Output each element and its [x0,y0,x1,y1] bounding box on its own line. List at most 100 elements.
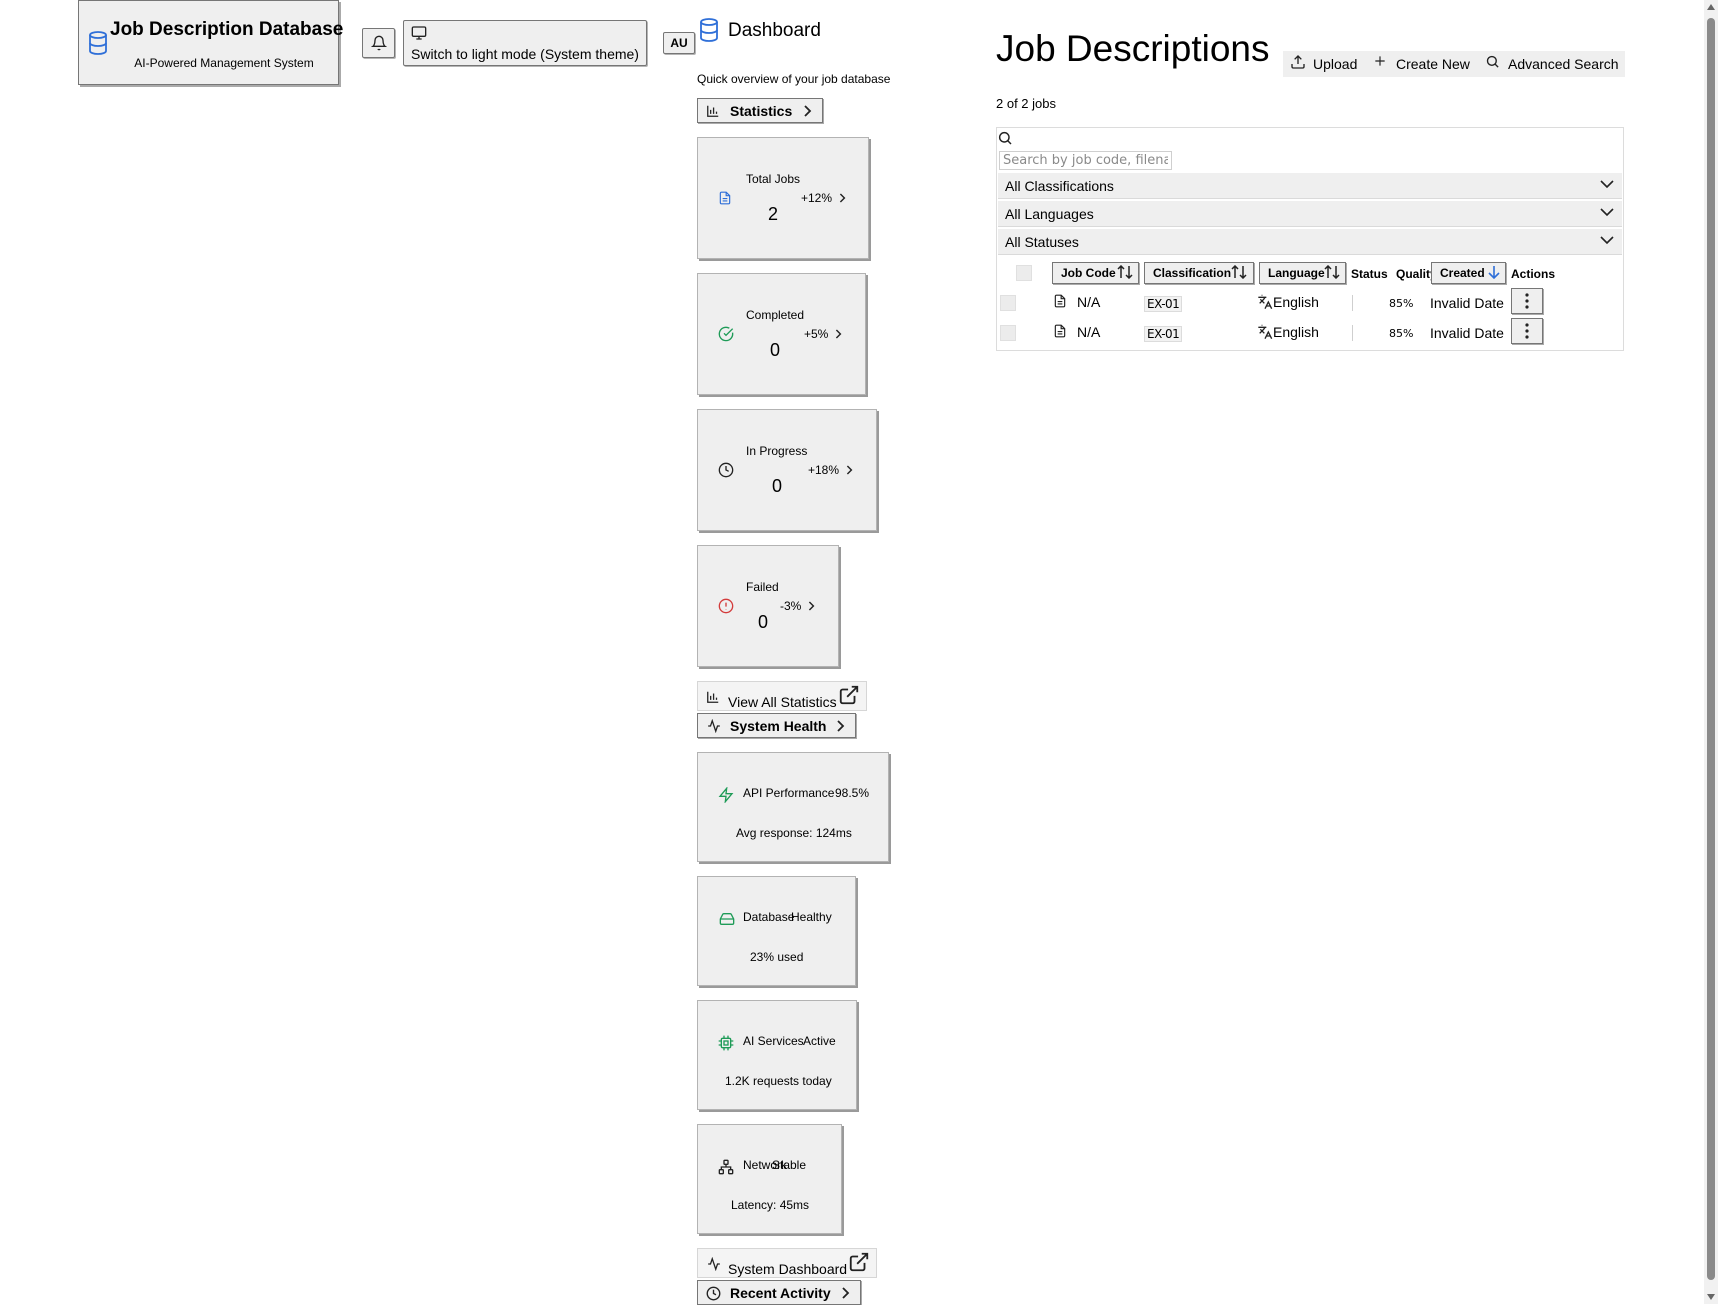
chevron-right-icon [845,464,853,476]
stat-label: In Progress [746,444,808,458]
stat-change: +18% [808,463,840,477]
system-dashboard-label: System Dashboard [728,1261,848,1277]
system-dashboard-link[interactable]: System Dashboard [697,1248,877,1278]
monitor-icon [411,25,427,41]
column-header-status: Status [1351,267,1388,281]
stat-value: 2 [768,204,779,224]
job-code-cell[interactable]: N/A [1077,294,1100,310]
upload-button[interactable]: Upload [1283,51,1366,77]
language-cell: English [1273,294,1319,310]
file-text-icon [1053,293,1067,309]
scroll-down-icon[interactable] [1707,1294,1715,1300]
file-text-icon [718,190,732,206]
create-new-label: Create New [1396,56,1470,72]
check-circle-icon [718,326,734,342]
select-all-checkbox[interactable] [1016,265,1032,281]
activity-icon [706,719,722,733]
sort-icon [1117,265,1133,279]
theme-toggle-button[interactable]: Switch to light mode (System theme) [403,20,647,66]
classification-filter[interactable]: All Classifications [998,173,1622,199]
dashboard-subtitle: Quick overview of your job database [697,72,891,86]
search-input[interactable] [999,151,1172,170]
filter-label: All Languages [1005,206,1094,222]
stat-card-completed[interactable]: Completed 0 +5% [697,273,866,395]
stat-label: Completed [746,308,805,322]
avatar[interactable]: AU [663,32,695,54]
job-count: 2 of 2 jobs [996,96,1056,111]
page-scrollbar[interactable] [1704,0,1718,1304]
chevron-down-icon [1600,208,1614,217]
status-filter[interactable]: All Statuses [998,229,1622,255]
stat-card-in-progress[interactable]: In Progress 0 +18% [697,409,877,531]
network-icon [718,1159,734,1175]
health-name: AI Services [743,1034,804,1048]
external-link-icon [848,1251,870,1273]
stat-label: Total Jobs [746,172,801,186]
theme-toggle-label: Switch to light mode (System theme) [411,46,639,62]
health-status: 98.5% [835,786,870,800]
statistics-toggle[interactable]: Statistics [697,98,823,123]
plus-icon [1373,54,1387,68]
bar-chart-icon [706,104,720,118]
stat-card-total-jobs[interactable]: Total Jobs 2 +12% [697,137,869,259]
notifications-button[interactable] [362,28,395,58]
row-checkbox[interactable] [1000,325,1016,341]
status-cell [1352,325,1353,341]
more-vertical-icon [1512,293,1542,309]
stat-change: +12% [801,191,833,205]
upload-icon [1290,54,1306,70]
row-checkbox[interactable] [1000,295,1016,311]
chevron-right-icon [807,600,815,612]
create-new-button[interactable]: Create New [1366,51,1478,77]
clock-icon [718,462,734,478]
file-text-icon [1053,323,1067,339]
external-link-icon [838,684,860,706]
status-cell [1352,295,1353,311]
health-name: API Performance [743,786,835,800]
translate-icon [1257,324,1273,340]
row-actions-button[interactable] [1511,288,1543,314]
health-card-api[interactable]: API Performance 98.5% Avg response: 124m… [697,752,889,862]
cpu-icon [718,1035,734,1051]
language-filter[interactable]: All Languages [998,201,1622,227]
health-detail: 1.2K requests today [725,1074,832,1088]
system-health-label: System Health [730,718,827,734]
dashboard-title: Dashboard [728,20,821,41]
stat-card-failed[interactable]: Failed 0 -3% [697,545,839,667]
health-card-ai-services[interactable]: AI Services Active 1.2K requests today [697,1000,857,1110]
view-all-statistics-label: View All Statistics [728,694,837,710]
chevron-right-icon [835,720,845,732]
bar-chart-icon [706,690,720,704]
row-actions-button[interactable] [1511,318,1543,344]
health-card-network[interactable]: Network Stable Latency: 45ms [697,1124,842,1234]
job-code-cell[interactable]: N/A [1077,324,1100,340]
scroll-up-icon[interactable] [1707,4,1715,10]
stat-value: 0 [758,612,769,632]
recent-activity-toggle[interactable]: Recent Activity [697,1280,861,1305]
app-brand[interactable]: Job Description Database AI-Powered Mana… [78,0,343,85]
health-detail: Avg response: 124ms [736,826,852,840]
view-all-statistics-link[interactable]: View All Statistics [697,681,867,711]
column-header-actions: Actions [1511,267,1556,281]
chevron-right-icon [838,192,846,204]
recent-activity-label: Recent Activity [730,1285,831,1301]
system-health-toggle[interactable]: System Health [697,713,856,738]
sort-created-button[interactable]: Created [1431,262,1506,284]
stat-change: +5% [804,327,829,341]
page-title: Job Descriptions [996,28,1270,69]
activity-icon [706,1257,722,1271]
sort-job-code-button[interactable]: Job Code [1052,262,1139,284]
sort-language-button[interactable]: Language [1259,262,1346,284]
sort-classification-button[interactable]: Classification [1144,262,1254,284]
chevron-right-icon [802,105,812,117]
filter-label: All Classifications [1005,178,1114,194]
scrollbar-thumb[interactable] [1707,18,1715,1280]
advanced-search-button[interactable]: Advanced Search [1478,51,1625,77]
classification-badge: EX-01 [1144,326,1183,342]
health-card-database[interactable]: Database Healthy 23% used [697,876,856,986]
clock-icon [706,1286,721,1301]
zap-icon [718,787,734,803]
search-icon [1485,54,1500,69]
chevron-right-icon [840,1287,850,1299]
created-cell: Invalid Date [1430,295,1504,311]
